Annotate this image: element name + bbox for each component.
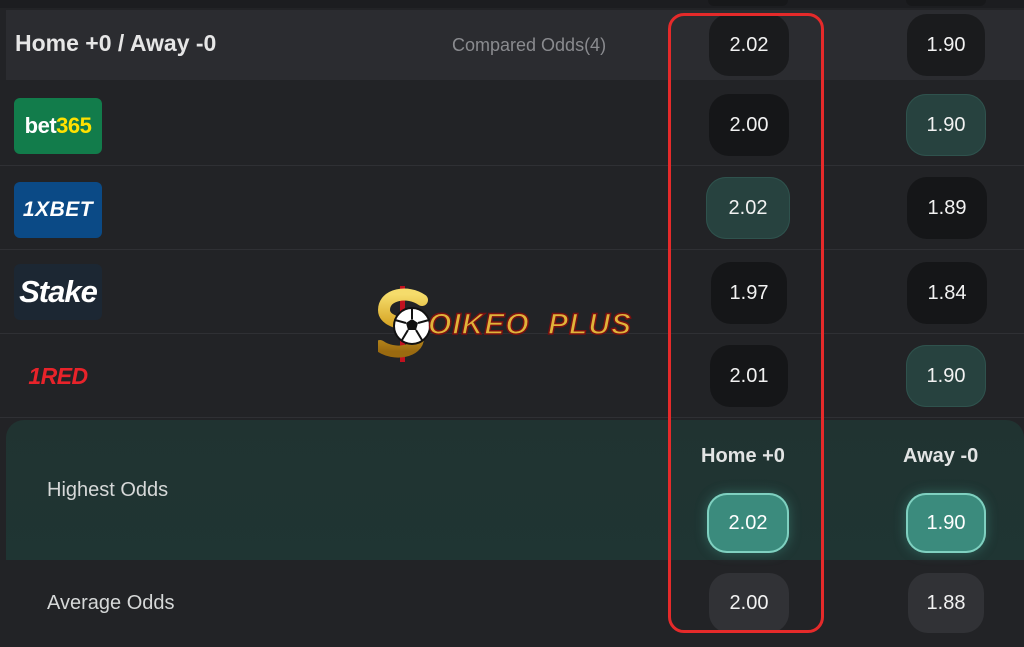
watermark-text-plus: PLUS <box>547 307 633 342</box>
stake-wordmark: Stake <box>19 274 98 309</box>
odds-away-stake[interactable]: 1.84 <box>907 262 987 324</box>
bet365-wordmark: bet365 <box>25 113 92 139</box>
highest-odds-section: Highest Odds Home +0 Away -0 <box>6 420 1024 560</box>
bet365-word-bet: bet <box>24 113 57 138</box>
1red-logo[interactable]: 1RED <box>14 348 102 404</box>
header-away-odds[interactable]: 1.90 <box>907 14 985 76</box>
bookmaker-row-1xbet: 1XBET 2.02 1.89 <box>0 166 1024 250</box>
odds-comparison-page: Home +0 / Away -0 Compared Odds(4) 2.02 … <box>0 0 1024 647</box>
bet365-word-365: 365 <box>56 113 92 138</box>
top-stub-away <box>906 0 986 6</box>
highest-away-odds[interactable]: 1.90 <box>906 493 986 553</box>
compared-odds-label: Compared Odds(4) <box>452 35 607 55</box>
1xbet-logo[interactable]: 1XBET <box>14 182 102 238</box>
stake-logo[interactable]: Stake <box>14 264 102 320</box>
1xbet-wordmark: 1XBET <box>22 198 94 221</box>
odds-away-1red[interactable]: 1.90 <box>906 345 986 407</box>
soikeo-plus-watermark: OIKEO PLUS <box>374 286 650 362</box>
home-column-highlight-frame <box>668 13 824 633</box>
market-header: Home +0 / Away -0 Compared Odds(4) <box>6 10 1024 80</box>
bet365-logo[interactable]: bet365 <box>14 98 102 154</box>
odds-away-bet365[interactable]: 1.90 <box>906 94 986 156</box>
average-odds-label: Average Odds <box>47 592 175 614</box>
average-away-odds: 1.88 <box>908 573 984 633</box>
bookmaker-row-bet365: bet365 2.00 1.90 <box>0 82 1024 166</box>
highest-odds-label: Highest Odds <box>47 479 169 501</box>
market-title: Home +0 / Away -0 <box>15 30 217 56</box>
away-column-header: Away -0 <box>903 445 979 467</box>
1red-wordmark: 1RED <box>28 362 88 389</box>
top-stub-home <box>708 0 788 6</box>
top-edge <box>0 0 1024 8</box>
odds-away-1xbet[interactable]: 1.89 <box>907 177 987 239</box>
watermark-text-main: OIKEO <box>427 307 530 342</box>
